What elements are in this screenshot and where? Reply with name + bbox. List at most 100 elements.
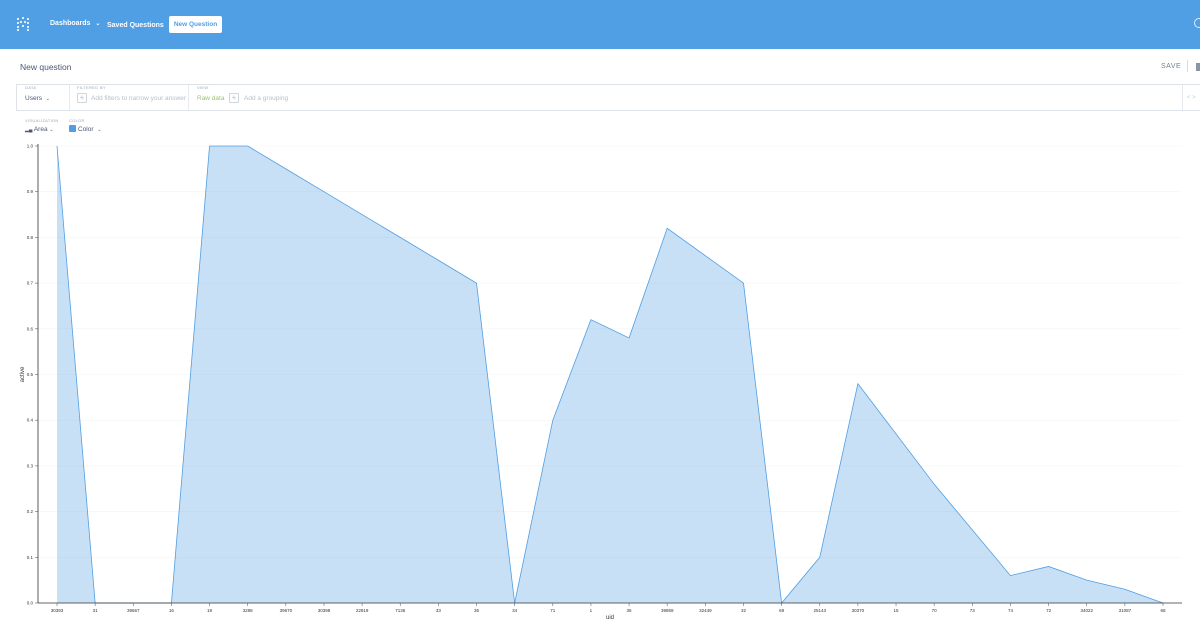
- add-grouping-placeholder[interactable]: Add a grouping: [244, 95, 288, 103]
- x-tick-label: 71: [550, 608, 556, 613]
- nav-saved-questions[interactable]: Saved Questions: [107, 20, 164, 32]
- y-tick-label: 0.9: [27, 189, 34, 194]
- data-point: [361, 214, 363, 216]
- data-point: [247, 145, 249, 147]
- data-point: [590, 319, 592, 321]
- settings-icon[interactable]: [1194, 18, 1200, 28]
- x-tick-label: 7136: [395, 608, 406, 613]
- view-section[interactable]: VIEW Raw data + Add a grouping: [197, 85, 1137, 110]
- x-tick-label: 68: [1160, 608, 1166, 613]
- x-tick-label: 72: [1046, 608, 1052, 613]
- data-section[interactable]: DATA Users ⌄: [25, 85, 71, 110]
- data-source-value: Users: [25, 95, 42, 102]
- data-point: [895, 433, 897, 435]
- x-tick-label: 3288: [243, 608, 254, 613]
- nav-dashboards[interactable]: Dashboards ⌄: [50, 18, 100, 30]
- add-filter-placeholder[interactable]: Add filters to narrow your answer: [91, 95, 186, 103]
- x-tick-label: 16: [169, 608, 175, 613]
- x-tick-label: 30393: [51, 608, 64, 613]
- x-tick-label: 35: [627, 608, 633, 613]
- data-point: [476, 282, 478, 284]
- data-point: [743, 282, 745, 284]
- data-point: [209, 145, 211, 147]
- section-divider: [1182, 85, 1183, 110]
- y-tick-label: 0.8: [27, 235, 34, 240]
- visualization-select[interactable]: ▂▄ Area ⌄: [25, 125, 54, 135]
- x-tick-label: 39667: [127, 608, 140, 613]
- data-label: DATA: [25, 85, 37, 90]
- x-tick-label: 30370: [852, 608, 865, 613]
- x-tick-label: 39869: [661, 608, 674, 613]
- view-label: VIEW: [197, 85, 209, 90]
- y-tick-label: 0.1: [27, 555, 34, 560]
- x-tick-label: 1: [590, 608, 593, 613]
- area-chart-icon: ▂▄: [25, 127, 33, 133]
- x-tick-label: 25143: [814, 608, 827, 613]
- save-button[interactable]: SAVE: [1161, 63, 1181, 70]
- x-tick-label: 32449: [699, 608, 712, 613]
- x-tick-label: 34022: [1080, 608, 1093, 613]
- data-point: [857, 383, 859, 385]
- data-point: [972, 529, 974, 531]
- data-point: [1086, 579, 1088, 581]
- filter-section[interactable]: FILTERED BY + Add filters to narrow your…: [77, 85, 199, 110]
- view-raw-data[interactable]: Raw data: [197, 95, 224, 103]
- data-point: [399, 237, 401, 239]
- metabase-logo-icon[interactable]: [16, 16, 30, 32]
- x-tick-label: 22819: [356, 608, 369, 613]
- color-swatch: [69, 125, 76, 132]
- query-builder-bar: DATA Users ⌄ FILTERED BY + Add filters t…: [16, 84, 1200, 111]
- section-divider: [69, 85, 70, 110]
- y-tick-label: 0.3: [27, 463, 34, 468]
- x-tick-label: 69: [779, 608, 785, 613]
- y-tick-label: 0.5: [27, 372, 34, 377]
- data-point: [1048, 566, 1050, 568]
- x-tick-label: 30398: [318, 608, 331, 613]
- y-tick-label: 0.6: [27, 326, 34, 331]
- data-point: [552, 419, 554, 421]
- color-select[interactable]: Color ⌄: [69, 125, 102, 135]
- new-question-button[interactable]: New Question: [169, 16, 222, 33]
- chevron-down-icon: ⌄: [49, 127, 54, 133]
- x-axis-title: uid: [606, 615, 614, 621]
- x-tick-label: 34: [512, 608, 518, 613]
- chevron-down-icon: ⌄: [95, 21, 101, 27]
- y-tick-label: 0.2: [27, 509, 34, 514]
- data-point: [1124, 588, 1126, 590]
- filter-label: FILTERED BY: [77, 85, 106, 90]
- chevron-down-icon: ⌄: [45, 96, 50, 102]
- chevron-down-icon: ⌄: [97, 127, 102, 133]
- page-title: New question: [20, 62, 72, 72]
- area-chart: 0.0 0.1 0.2 0.3 0.4 0.5 0.6 0.7 0.8 0.9 1.0 30393 31…: [20, 144, 1182, 621]
- x-tick-label: 31087: [1119, 608, 1132, 613]
- data-point: [438, 259, 440, 261]
- add-filter-plus-icon[interactable]: +: [77, 93, 87, 103]
- visualization-label: VISUALIZATION: [25, 118, 59, 123]
- data-point: [1010, 575, 1012, 577]
- data-source-select[interactable]: Users ⌄: [25, 95, 50, 103]
- code-icon[interactable]: < >: [1187, 95, 1196, 101]
- visualization-value: Area: [33, 126, 48, 133]
- data-point: [705, 255, 707, 257]
- add-grouping-plus-icon[interactable]: +: [229, 93, 239, 103]
- sidebar-toggle-icon[interactable]: [1196, 63, 1200, 71]
- y-tick-label: 0.7: [27, 281, 34, 286]
- x-tick-label: 15: [894, 608, 900, 613]
- x-tick-label: 33: [436, 608, 442, 613]
- y-tick-label: 0.0: [27, 601, 34, 606]
- data-point: [628, 337, 630, 339]
- data-point: [323, 191, 325, 193]
- data-point: [666, 227, 668, 229]
- data-point: [933, 483, 935, 485]
- data-point: [285, 168, 287, 170]
- header-divider: [1187, 60, 1188, 72]
- color-value: Color: [78, 126, 94, 133]
- section-divider: [188, 85, 189, 110]
- x-tick-label: 73: [970, 608, 976, 613]
- x-tick-label: 19: [207, 608, 213, 613]
- color-label: COLOR: [69, 118, 85, 123]
- y-tick-label: 1.0: [27, 144, 34, 149]
- y-axis-title: active: [20, 366, 26, 382]
- x-tick-label: 32: [741, 608, 747, 613]
- x-tick-label: 36: [474, 608, 480, 613]
